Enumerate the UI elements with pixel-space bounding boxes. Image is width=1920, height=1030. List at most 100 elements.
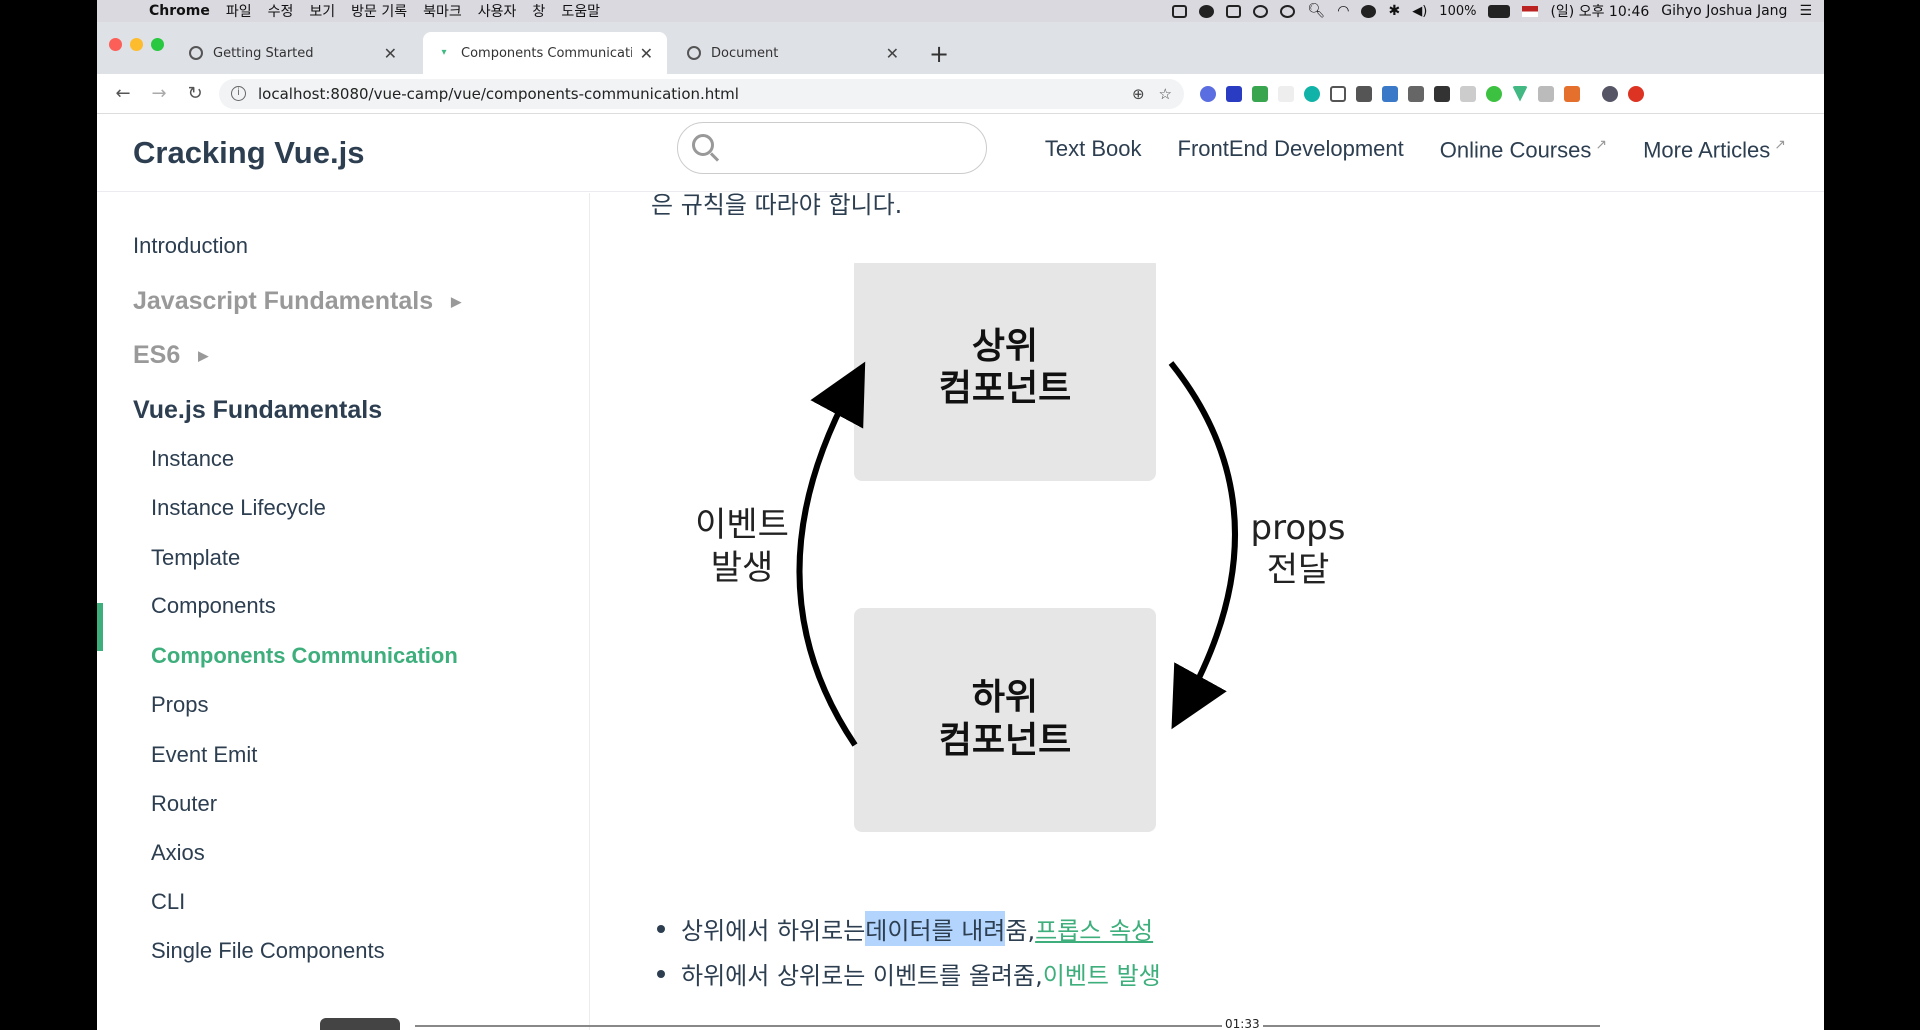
web-page: Cracking Vue.js Text Book FrontEnd Devel… <box>97 114 1824 1030</box>
reload-icon[interactable]: ↻ <box>185 83 205 104</box>
sidebar-item-cli[interactable]: CLI <box>151 889 185 915</box>
close-window-button[interactable] <box>109 38 122 51</box>
sidebar-group-javascript[interactable]: Javascript Fundamentals ▶ <box>133 287 461 316</box>
menu-people[interactable]: 사용자 <box>478 1 517 21</box>
sidebar-item-instance-lifecycle[interactable]: Instance Lifecycle <box>151 495 326 521</box>
volume-icon[interactable]: ◀) <box>1412 4 1427 19</box>
extension-icon[interactable] <box>1304 85 1320 102</box>
profile-avatar[interactable] <box>1602 85 1618 102</box>
tab-components-communication[interactable]: ▾ Components Communication | ✕ <box>423 32 667 74</box>
sidebar-item-template[interactable]: Template <box>151 545 240 571</box>
battery-percent: 100% <box>1439 3 1477 19</box>
search-input[interactable] <box>722 133 972 163</box>
url-bar[interactable]: i localhost:8080/vue-camp/vue/components… <box>219 78 1184 109</box>
wifi-icon[interactable]: ◠ <box>1337 3 1349 19</box>
zoom-window-button[interactable] <box>151 38 164 51</box>
video-timestamp: 01:33 <box>1222 1017 1263 1030</box>
minimize-window-button[interactable] <box>130 38 143 51</box>
video-control-handle[interactable] <box>320 1018 400 1030</box>
menu-view[interactable]: 보기 <box>309 1 335 21</box>
flag-icon[interactable] <box>1522 5 1539 17</box>
sidebar-item-single-file-components[interactable]: Single File Components <box>151 938 385 964</box>
close-tab-icon[interactable]: ✕ <box>640 44 653 63</box>
menu-bookmarks[interactable]: 북마크 <box>423 1 462 21</box>
nav-online-courses[interactable]: Online Courses ↗ <box>1440 136 1607 163</box>
nav-frontend-development[interactable]: FrontEnd Development <box>1178 136 1404 163</box>
site-title[interactable]: Cracking Vue.js <box>133 135 364 171</box>
info-icon[interactable]: i <box>231 86 246 101</box>
screen-record-icon[interactable] <box>1172 4 1188 18</box>
bullet-list: 상위에서 하위로는 데이터를 내려 줌, 프롭스 속성 하위에서 상위로는 이벤트… <box>657 911 1161 1001</box>
sidebar-group-label: ES6 <box>133 341 181 369</box>
datetime[interactable]: (일) 오후 10:46 <box>1550 1 1649 21</box>
sidebar-item-instance[interactable]: Instance <box>151 446 234 472</box>
active-indicator <box>97 603 103 651</box>
video-progress-track[interactable] <box>415 1025 1600 1027</box>
battery-icon[interactable] <box>1488 4 1511 18</box>
props-link[interactable]: 프롭스 속성 <box>1035 911 1153 946</box>
user-name[interactable]: Gihyo Joshua Jang <box>1661 3 1787 19</box>
glasses-icon[interactable] <box>1253 4 1269 18</box>
menu-help[interactable]: 도움말 <box>561 1 600 21</box>
extension-icon[interactable] <box>1538 85 1554 102</box>
close-tab-icon[interactable]: ✕ <box>886 44 899 63</box>
extension-icon[interactable] <box>1434 85 1450 102</box>
url-text[interactable]: localhost:8080/vue-camp/vue/components-c… <box>258 85 1118 103</box>
search-box[interactable] <box>677 122 987 174</box>
close-tab-icon[interactable]: ✕ <box>384 44 397 63</box>
extension-icon[interactable] <box>1486 85 1502 102</box>
extension-icon[interactable] <box>1356 85 1372 102</box>
extension-icon[interactable] <box>1564 85 1580 102</box>
search-icon[interactable]: 🔍︎ <box>1307 3 1325 19</box>
spinner-icon[interactable] <box>1280 4 1296 18</box>
pocket-icon[interactable] <box>1330 85 1346 102</box>
sidebar-item-router[interactable]: Router <box>151 791 217 817</box>
extension-icon[interactable] <box>1628 85 1644 102</box>
event-emit-link[interactable]: 이벤트 발생 <box>1043 956 1161 991</box>
sidebar-item-components[interactable]: Components <box>151 593 276 619</box>
cast-icon[interactable] <box>1460 85 1476 102</box>
sidebar-item-event-emit[interactable]: Event Emit <box>151 742 257 768</box>
nav-text-book[interactable]: Text Book <box>1045 136 1142 163</box>
tab-getting-started[interactable]: Getting Started ✕ <box>175 32 411 74</box>
sidebar-item-props[interactable]: Props <box>151 692 208 718</box>
child-label-line2: 컴포넌트 <box>939 720 1071 761</box>
sidebar-group-vue[interactable]: Vue.js Fundamentals <box>133 396 382 425</box>
shield-icon[interactable] <box>1408 85 1424 102</box>
window-icon[interactable] <box>1226 4 1242 18</box>
component-communication-diagram: 상위 컴포넌트 하위 컴포넌트 이벤트 발생 props 전달 <box>695 263 1345 832</box>
forward-arrow-icon[interactable]: → <box>149 83 169 104</box>
fonts-extension-icon[interactable] <box>1278 85 1294 102</box>
menu-file[interactable]: 파일 <box>226 1 252 21</box>
extension-icon[interactable] <box>1382 85 1398 102</box>
menu-edit[interactable]: 수정 <box>268 1 294 21</box>
vue-devtools-icon[interactable] <box>1512 85 1528 102</box>
bookmark-star-icon[interactable]: ☆ <box>1159 85 1172 103</box>
extension-beta-icon[interactable] <box>1252 85 1268 102</box>
caret-right-icon: ▶ <box>451 294 462 310</box>
sidebar-item-components-communication[interactable]: Components Communication <box>151 643 458 669</box>
extension-icon[interactable] <box>1226 85 1242 102</box>
siri-icon[interactable] <box>1361 4 1377 18</box>
sidebar-item-axios[interactable]: Axios <box>151 840 205 866</box>
back-arrow-icon[interactable]: ← <box>113 83 133 104</box>
selected-text[interactable]: 데이터를 내려 <box>865 911 1006 946</box>
menu-history[interactable]: 방문 기록 <box>351 1 407 21</box>
new-tab-button[interactable]: + <box>929 40 949 68</box>
extension-icon[interactable] <box>1200 85 1216 102</box>
list-menu-icon[interactable]: ☰ <box>1799 3 1812 19</box>
main-content: 은 규칙을 따라야 합니다. 상위 컴포넌트 하위 컴포넌트 이벤트 발생 pr… <box>591 191 1824 1030</box>
external-link-icon: ↗ <box>1774 136 1786 152</box>
sidebar-item-introduction[interactable]: Introduction <box>133 233 248 259</box>
extensions-bar <box>1200 85 1644 102</box>
event-label-line1: 이벤트 <box>695 505 789 545</box>
nav-more-articles[interactable]: More Articles ↗ <box>1643 136 1786 163</box>
app-tray-icon[interactable] <box>1199 4 1215 18</box>
sidebar-group-es6[interactable]: ES6 ▶ <box>133 341 208 370</box>
menu-app-name[interactable]: Chrome <box>149 3 210 19</box>
zoom-icon[interactable]: ⊕ <box>1132 85 1145 103</box>
bluetooth-icon[interactable]: ✱ <box>1388 3 1400 19</box>
tab-document[interactable]: Document ✕ <box>673 32 913 74</box>
menu-window[interactable]: 창 <box>532 1 545 21</box>
sidebar-group-label: Javascript Fundamentals <box>133 287 434 315</box>
